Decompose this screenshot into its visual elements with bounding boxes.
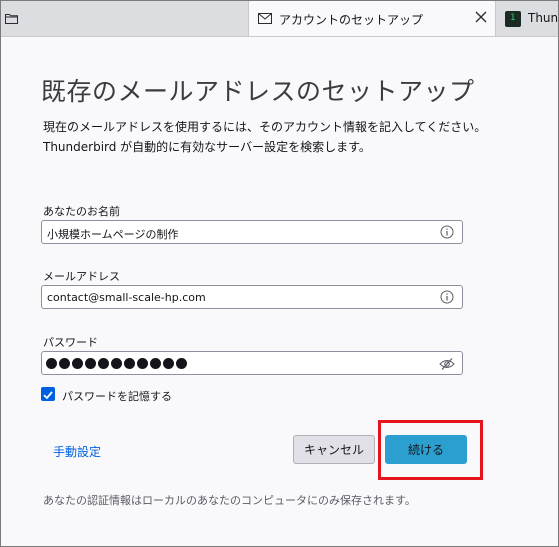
storage-footnote: あなたの認証情報はローカルのあなたのコンピュータにのみ保存されます。 bbox=[43, 494, 416, 507]
password-dot bbox=[137, 358, 148, 369]
password-dot bbox=[111, 358, 122, 369]
name-field[interactable]: 小規模ホームページの制作 bbox=[41, 220, 463, 244]
password-dot bbox=[150, 358, 161, 369]
info-icon[interactable] bbox=[440, 225, 454, 239]
tab-account-setup[interactable]: アカウントのセットアップ bbox=[248, 1, 496, 36]
description-line-2: Thunderbird が自動的に有効なサーバー設定を検索します。 bbox=[43, 140, 371, 154]
email-label: メールアドレス bbox=[43, 270, 120, 283]
password-dot bbox=[98, 358, 109, 369]
password-dot bbox=[176, 358, 187, 369]
password-field[interactable] bbox=[41, 351, 463, 375]
checkmark-icon bbox=[43, 391, 53, 400]
email-value: contact@small-scale-hp.com bbox=[47, 291, 206, 304]
remember-password-label[interactable]: パスワードを記憶する bbox=[62, 388, 172, 404]
password-dot bbox=[85, 358, 96, 369]
password-dot bbox=[59, 358, 70, 369]
highlight-box bbox=[378, 420, 483, 480]
mail-icon bbox=[258, 13, 272, 24]
tab-title: アカウントのセットアップ bbox=[279, 13, 424, 27]
terminal-icon: 1 bbox=[505, 11, 521, 27]
info-icon[interactable] bbox=[440, 290, 454, 304]
tab-bar: アカウントのセットアップ 1 Thun bbox=[1, 1, 558, 37]
description-line-1: 現在のメールアドレスを使用するには、そのアカウント情報を記入してください。 bbox=[43, 120, 487, 134]
close-icon[interactable] bbox=[475, 11, 487, 23]
password-dot bbox=[163, 358, 174, 369]
name-label: あなたのお名前 bbox=[43, 205, 120, 218]
password-label: パスワード bbox=[43, 336, 98, 349]
cancel-button[interactable]: キャンセル bbox=[293, 435, 375, 464]
tab-folder[interactable] bbox=[1, 1, 247, 36]
remember-password-checkbox[interactable] bbox=[41, 387, 55, 401]
password-dot bbox=[46, 358, 57, 369]
page-title: 既存のメールアドレスのセットアップ bbox=[41, 77, 475, 106]
folder-icon bbox=[5, 14, 18, 24]
password-dots bbox=[46, 354, 187, 369]
tab-title-thunderbird: Thun bbox=[528, 11, 558, 25]
password-dot bbox=[72, 358, 83, 369]
tab-thunderbird[interactable]: 1 Thun bbox=[495, 1, 558, 36]
email-field[interactable]: contact@small-scale-hp.com bbox=[41, 285, 463, 309]
manual-config-link[interactable]: 手動設定 bbox=[53, 443, 101, 460]
eye-slash-icon[interactable] bbox=[439, 357, 455, 371]
password-dot bbox=[124, 358, 135, 369]
name-value: 小規模ホームページの制作 bbox=[47, 228, 179, 241]
